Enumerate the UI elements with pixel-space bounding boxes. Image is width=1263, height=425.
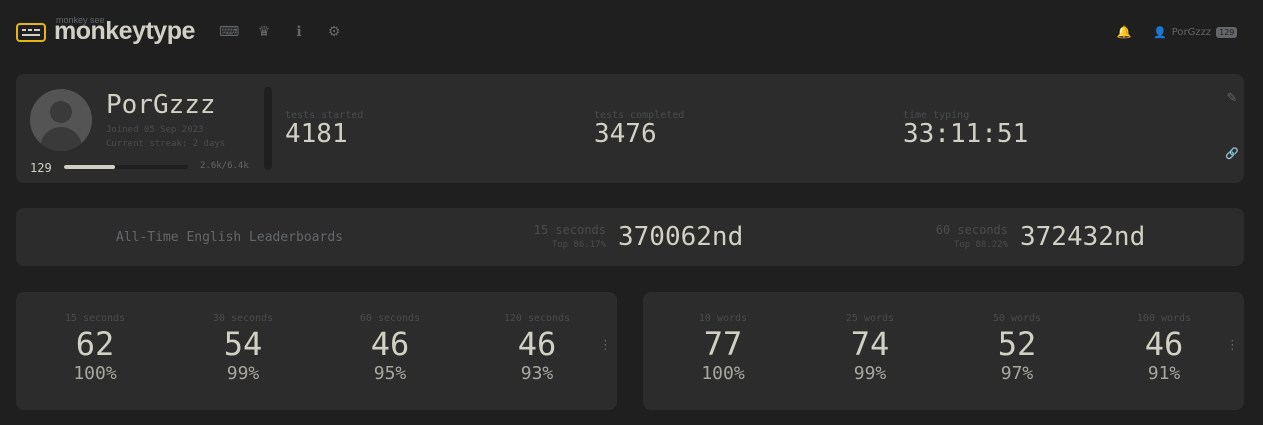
account-username: PorGzzz bbox=[1171, 26, 1212, 38]
pb-accuracy: 93% bbox=[520, 363, 554, 384]
level-number: 129 bbox=[30, 161, 52, 175]
pb-label: 30 seconds bbox=[212, 313, 274, 324]
pb-accuracy: 95% bbox=[373, 363, 407, 384]
pb-wpm: 77 bbox=[703, 325, 743, 363]
edit-icon[interactable]: ✎ bbox=[1224, 91, 1240, 107]
lb-label: 15 seconds bbox=[533, 223, 606, 237]
pb-label: 50 words bbox=[992, 313, 1042, 324]
joined-date: Joined 05 Sep 2023 bbox=[106, 125, 204, 135]
pb-label: 25 words bbox=[845, 313, 895, 324]
more-options-icon[interactable]: ⋮ bbox=[599, 339, 612, 359]
lb-rank[interactable]: 372432nd bbox=[1020, 222, 1145, 252]
pb-accuracy: 99% bbox=[853, 363, 887, 384]
pb-words-card[interactable]: 10 words 77 100% bbox=[668, 313, 778, 384]
leaderboards-title: All-Time English Leaderboards bbox=[116, 230, 343, 245]
pb-time-card[interactable]: 15 seconds 62 100% bbox=[40, 313, 150, 384]
stat-value: 4181 bbox=[285, 119, 348, 149]
link-icon[interactable]: 🔗 bbox=[1224, 146, 1240, 162]
level-badge: 129 bbox=[1216, 26, 1238, 38]
profile-name: PorGzzz bbox=[106, 90, 216, 120]
xp-bar bbox=[64, 165, 188, 169]
pb-words-card[interactable]: 100 words 46 91% bbox=[1109, 313, 1219, 384]
pb-wpm: 46 bbox=[517, 325, 557, 363]
pb-wpm: 74 bbox=[850, 325, 890, 363]
pb-time-card[interactable]: 60 seconds 46 95% bbox=[335, 313, 445, 384]
xp-bar-fill bbox=[64, 165, 115, 169]
pb-words-card[interactable]: 50 words 52 97% bbox=[962, 313, 1072, 384]
lb-top-percent: Top 88.22% bbox=[953, 240, 1008, 250]
lb-label: 60 seconds bbox=[935, 223, 1008, 237]
more-options-icon[interactable]: ⋮ bbox=[1226, 339, 1239, 359]
pb-words-card[interactable]: 25 words 74 99% bbox=[815, 313, 925, 384]
crown-icon[interactable]: ♛ bbox=[254, 22, 274, 42]
lb-rank[interactable]: 370062nd bbox=[618, 222, 743, 252]
pb-accuracy: 97% bbox=[1000, 363, 1034, 384]
current-streak: Current streak: 2 days bbox=[106, 139, 226, 149]
pb-wpm: 62 bbox=[75, 325, 115, 363]
xp-text: 2.6k/6.4k bbox=[200, 161, 249, 171]
pb-label: 60 seconds bbox=[359, 313, 421, 324]
pb-time-card[interactable]: 30 seconds 54 99% bbox=[188, 313, 298, 384]
logo-icon[interactable] bbox=[16, 23, 46, 42]
pb-wpm: 52 bbox=[997, 325, 1037, 363]
stat-value: 3476 bbox=[594, 119, 657, 149]
lb-top-percent: Top 86.17% bbox=[551, 240, 606, 250]
pb-label: 15 seconds bbox=[64, 313, 126, 324]
pb-accuracy: 91% bbox=[1147, 363, 1181, 384]
pb-wpm: 54 bbox=[223, 325, 263, 363]
pb-time-card[interactable]: 120 seconds 46 93% bbox=[482, 313, 592, 384]
pb-accuracy: 100% bbox=[701, 363, 745, 384]
keyboard-icon[interactable]: ⌨ bbox=[219, 22, 239, 42]
stat-value: 33:11:51 bbox=[903, 119, 1029, 149]
pb-accuracy: 99% bbox=[226, 363, 260, 384]
pb-label: 120 seconds bbox=[503, 313, 571, 324]
user-icon: 👤 bbox=[1153, 25, 1167, 39]
avatar bbox=[30, 89, 92, 151]
pb-label: 10 words bbox=[698, 313, 748, 324]
account-button[interactable]: 👤 PorGzzz 129 bbox=[1153, 24, 1238, 40]
pb-wpm: 46 bbox=[1144, 325, 1184, 363]
brand-name[interactable]: monkeytype bbox=[54, 17, 195, 46]
info-icon[interactable]: ℹ bbox=[289, 22, 309, 42]
bell-icon[interactable]: 🔔 bbox=[1114, 22, 1134, 42]
pb-accuracy: 100% bbox=[73, 363, 117, 384]
profile-divider bbox=[264, 87, 272, 170]
gear-icon[interactable]: ⚙ bbox=[324, 22, 344, 42]
pb-label: 100 words bbox=[1136, 313, 1192, 324]
pb-wpm: 46 bbox=[370, 325, 410, 363]
